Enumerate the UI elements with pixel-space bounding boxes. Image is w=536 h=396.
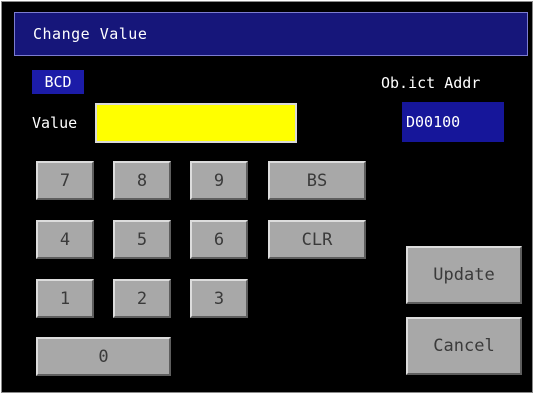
key-8-button[interactable]: 8: [113, 161, 171, 200]
key-4-button[interactable]: 4: [36, 220, 94, 259]
key-6-button[interactable]: 6: [190, 220, 248, 259]
mode-badge: BCD: [32, 70, 84, 94]
key-7-button[interactable]: 7: [36, 161, 94, 200]
clear-button[interactable]: CLR: [268, 220, 366, 259]
key-0-button[interactable]: 0: [36, 337, 171, 376]
value-label: Value: [32, 114, 78, 132]
key-9-button[interactable]: 9: [190, 161, 248, 200]
update-button[interactable]: Update: [406, 246, 522, 304]
object-addr-label: Ob.ict Addr: [381, 74, 481, 92]
value-input[interactable]: [95, 103, 297, 143]
key-5-button[interactable]: 5: [113, 220, 171, 259]
key-1-button[interactable]: 1: [36, 279, 94, 318]
backspace-button[interactable]: BS: [268, 161, 366, 200]
object-addr-field: D00100: [402, 102, 504, 142]
key-2-button[interactable]: 2: [113, 279, 171, 318]
dialog-title: Change Value: [14, 12, 528, 56]
key-3-button[interactable]: 3: [190, 279, 248, 318]
dialog-frame: Change Value BCD Value Ob.ict Addr D0010…: [1, 1, 533, 393]
cancel-button[interactable]: Cancel: [406, 317, 522, 375]
